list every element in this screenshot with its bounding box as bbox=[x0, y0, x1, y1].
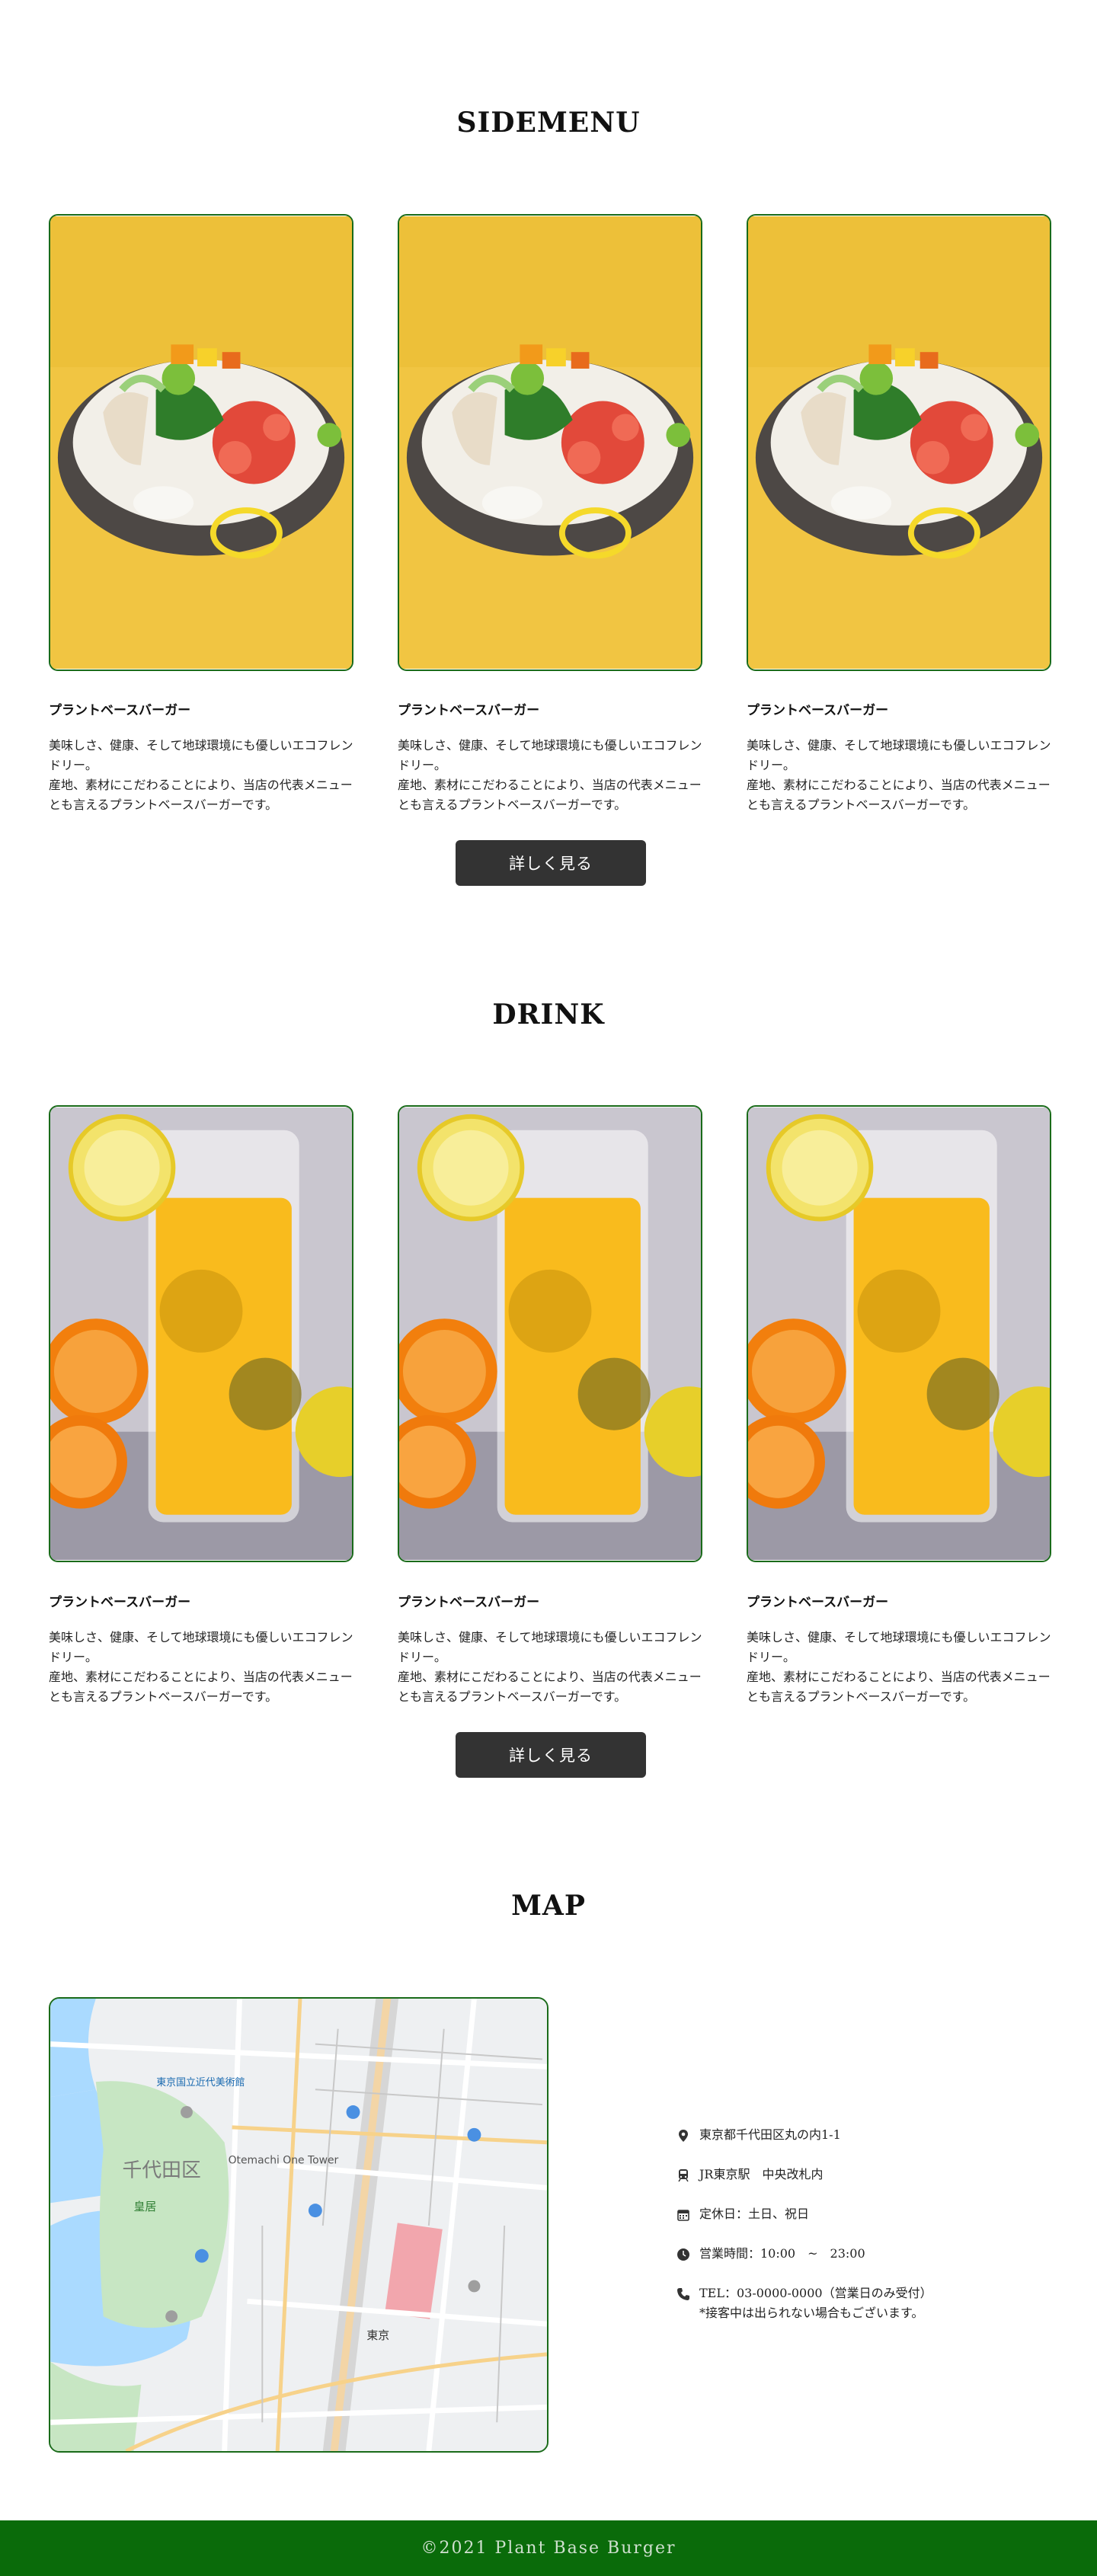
desc-line: 産地、素材にこだわることにより、当店の代表メニューとも言えるプラントベースバーガ… bbox=[398, 1670, 702, 1704]
tel-text[interactable]: TEL：03-0000-0000（営業日のみ受付） bbox=[699, 2284, 932, 2303]
drink-card-title-2: プラントベースバーガー bbox=[398, 1595, 540, 1610]
sidemenu-card-desc-3: 美味しさ、健康、そして地球環境にも優しいエコフレンドリー。 産地、素材にこだわる… bbox=[747, 736, 1059, 815]
drink-card-title-3: プラントベースバーガー bbox=[747, 1595, 889, 1610]
drink-card-title-1: プラントベースバーガー bbox=[49, 1595, 191, 1610]
map-title: MAP bbox=[511, 1890, 586, 1922]
desc-line: 産地、素材にこだわることにより、当店の代表メニューとも言えるプラントベースバーガ… bbox=[747, 1670, 1051, 1704]
drink-card-image-1[interactable] bbox=[49, 1105, 353, 1562]
map-label-palace: 皇居 bbox=[133, 2200, 156, 2213]
drink-card-desc-1: 美味しさ、健康、そして地球環境にも優しいエコフレンドリー。 産地、素材にこだわる… bbox=[49, 1628, 361, 1707]
sidemenu-card-title-1: プラントベースバーガー bbox=[49, 703, 191, 718]
sidemenu-card-desc-1: 美味しさ、健康、そして地球環境にも優しいエコフレンドリー。 産地、素材にこだわる… bbox=[49, 736, 361, 815]
sidemenu-title: SIDEMENU bbox=[456, 107, 641, 139]
location-pin-icon bbox=[679, 2130, 688, 2142]
poke-bowl-image bbox=[748, 216, 1050, 669]
sidemenu-card-image-2[interactable] bbox=[398, 214, 702, 671]
desc-line: 産地、素材にこだわることにより、当店の代表メニューとも言えるプラントベースバーガ… bbox=[398, 778, 702, 812]
map-label-museum: 東京国立近代美術館 bbox=[156, 2076, 245, 2089]
drink-card-desc-3: 美味しさ、健康、そして地球環境にも優しいエコフレンドリー。 産地、素材にこだわる… bbox=[747, 1628, 1059, 1707]
tel-note: *接客中は出られない場合もございます。 bbox=[699, 2306, 924, 2320]
info-tel: TEL：03-0000-0000（営業日のみ受付） *接客中は出られない場合もご… bbox=[676, 2284, 932, 2323]
desc-line: 美味しさ、健康、そして地球環境にも優しいエコフレンドリー。 bbox=[398, 738, 702, 772]
address-text: 東京都千代田区丸の内1-1 bbox=[699, 2127, 841, 2142]
copyright-text: ©2021 Plant Base Burger bbox=[421, 2539, 676, 2558]
desc-line: 美味しさ、健康、そして地球環境にも優しいエコフレンドリー。 bbox=[747, 738, 1051, 772]
tel-block: TEL：03-0000-0000（営業日のみ受付） *接客中は出られない場合もご… bbox=[699, 2284, 932, 2323]
orange-drink-image bbox=[50, 1107, 352, 1560]
poke-bowl-image bbox=[399, 216, 701, 669]
desc-line: 産地、素材にこだわることにより、当店の代表メニューとも言えるプラントベースバーガ… bbox=[747, 778, 1051, 812]
footer: ©2021 Plant Base Burger bbox=[0, 2520, 1097, 2576]
phone-icon bbox=[677, 2288, 689, 2300]
sidemenu-card-title-2: プラントベースバーガー bbox=[398, 703, 540, 718]
clock-icon bbox=[677, 2248, 689, 2261]
map-label-station: 東京 bbox=[366, 2328, 389, 2342]
desc-line: 美味しさ、健康、そして地球環境にも優しいエコフレンドリー。 bbox=[49, 1630, 353, 1664]
calendar-icon bbox=[677, 2210, 689, 2221]
sidemenu-card-title-3: プラントベースバーガー bbox=[747, 703, 889, 718]
desc-line: 産地、素材にこだわることにより、当店の代表メニューとも言えるプラントベースバーガ… bbox=[49, 1670, 353, 1704]
station-text: JR東京駅 中央改札内 bbox=[699, 2167, 824, 2181]
map-label-district: 千代田区 bbox=[123, 2159, 201, 2181]
desc-line: 産地、素材にこだわることにより、当店の代表メニューとも言えるプラントベースバーガ… bbox=[49, 778, 353, 812]
drink-card-desc-2: 美味しさ、健康、そして地球環境にも優しいエコフレンドリー。 産地、素材にこだわる… bbox=[398, 1628, 710, 1707]
sidemenu-card-desc-2: 美味しさ、健康、そして地球環境にも優しいエコフレンドリー。 産地、素材にこだわる… bbox=[398, 736, 710, 815]
orange-drink-image bbox=[399, 1107, 701, 1560]
sidemenu-more-button[interactable]: 詳しく見る bbox=[456, 840, 646, 886]
desc-line: 美味しさ、健康、そして地球環境にも優しいエコフレンドリー。 bbox=[49, 738, 353, 772]
street-map: 千代田区 Otemachi One Tower 東京 皇居 東京国立近代美術館 bbox=[50, 1999, 547, 2451]
map-label-tower: Otemachi One Tower bbox=[229, 2155, 339, 2167]
drink-title: DRINK bbox=[492, 999, 605, 1031]
sidemenu-card-image-3[interactable] bbox=[747, 214, 1051, 671]
drink-more-button[interactable]: 詳しく見る bbox=[456, 1732, 646, 1778]
info-address: 東京都千代田区丸の内1-1 bbox=[676, 2127, 841, 2145]
info-hours: 営業時間：10:00 ~ 23:00 bbox=[676, 2246, 865, 2264]
hours-text: 営業時間：10:00 ~ 23:00 bbox=[699, 2246, 865, 2261]
closed-text: 定休日：土日、祝日 bbox=[699, 2207, 810, 2221]
info-closed: 定休日：土日、祝日 bbox=[676, 2207, 809, 2224]
poke-bowl-image bbox=[50, 216, 352, 669]
train-icon bbox=[678, 2169, 689, 2182]
desc-line: 美味しさ、健康、そして地球環境にも優しいエコフレンドリー。 bbox=[747, 1630, 1051, 1664]
drink-card-image-2[interactable] bbox=[398, 1105, 702, 1562]
desc-line: 美味しさ、健康、そして地球環境にも優しいエコフレンドリー。 bbox=[398, 1630, 702, 1664]
info-station: JR東京駅 中央改札内 bbox=[676, 2167, 824, 2184]
map-embed[interactable]: 千代田区 Otemachi One Tower 東京 皇居 東京国立近代美術館 bbox=[49, 1997, 548, 2453]
sidemenu-card-image-1[interactable] bbox=[49, 214, 353, 671]
drink-card-image-3[interactable] bbox=[747, 1105, 1051, 1562]
orange-drink-image bbox=[748, 1107, 1050, 1560]
